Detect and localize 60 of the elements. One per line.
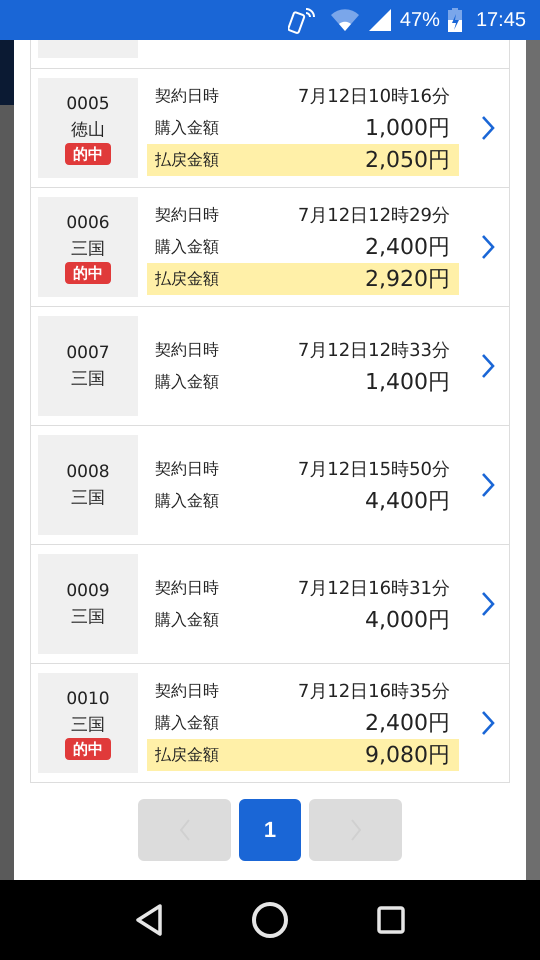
field-label: 払戻金額 [155, 744, 219, 766]
battery-icon [448, 8, 462, 32]
chevron-right-icon[interactable] [480, 234, 496, 260]
field-value: 1,400円 [365, 369, 450, 397]
field-label: 払戻金額 [155, 150, 219, 170]
battery-percent: 47% [400, 8, 440, 32]
field-value: 2,400円 [365, 234, 450, 262]
field-value: 4,400円 [365, 488, 450, 516]
field-label: 購入金額 [155, 712, 219, 734]
field-label: 購入金額 [155, 118, 219, 138]
field-label: 契約日時 [155, 204, 219, 226]
field-value: 9,080円 [365, 742, 450, 770]
ticket-number: 0006 [66, 212, 110, 235]
hit-badge: 的中 [65, 262, 111, 284]
recent-apps-icon[interactable] [376, 905, 406, 935]
back-icon[interactable] [134, 903, 164, 937]
chevron-right-icon[interactable] [480, 591, 496, 617]
chevron-right-icon[interactable] [480, 710, 496, 736]
field-label: 購入金額 [155, 236, 219, 258]
chevron-right-icon[interactable] [480, 353, 496, 379]
field-label: 契約日時 [155, 578, 219, 598]
field-value: 7月12日12時29分 [298, 204, 450, 227]
field-value: 7月12日10時16分 [298, 85, 450, 108]
field-label: 契約日時 [155, 458, 219, 480]
ticket-number: 0010 [66, 688, 110, 711]
field-label: 払戻金額 [155, 268, 219, 290]
venue-name: 三国 [71, 368, 105, 391]
field-label: 契約日時 [155, 340, 219, 360]
page-button[interactable]: 1 [239, 799, 301, 861]
chevron-right-icon[interactable] [480, 115, 496, 141]
ticket-number: 0008 [66, 461, 110, 484]
ticket-number: 0007 [66, 342, 110, 365]
field-value: 4,000円 [365, 607, 450, 635]
field-value: 2,920円 [365, 266, 450, 294]
venue-name: 三国 [71, 238, 105, 261]
field-label: 契約日時 [155, 680, 219, 702]
field-label: 購入金額 [155, 372, 219, 392]
field-value: 1,000円 [365, 115, 450, 143]
clock: 17:45 [476, 8, 526, 32]
field-label: 購入金額 [155, 490, 219, 512]
field-value: 2,400円 [365, 710, 450, 738]
field-value: 7月12日15時50分 [298, 458, 450, 481]
chevron-right-icon[interactable] [480, 472, 496, 498]
field-label: 購入金額 [155, 610, 219, 630]
field-value: 7月12日16時35分 [298, 680, 450, 703]
venue-name: 三国 [71, 487, 105, 510]
ticket-number: 0009 [66, 580, 110, 603]
field-label: 契約日時 [155, 86, 219, 106]
hit-badge: 的中 [65, 143, 111, 165]
ticket-number: 0005 [66, 93, 110, 116]
field-value: 7月12日16時31分 [298, 577, 450, 600]
field-value: 2,050円 [365, 147, 450, 175]
venue-name: 三国 [71, 714, 105, 737]
wifi-icon [330, 8, 360, 32]
venue-name: 徳山 [71, 119, 105, 142]
field-value: 7月12日12時33分 [298, 339, 450, 362]
cell-signal-icon [368, 8, 392, 32]
venue-name: 三国 [71, 606, 105, 629]
hit-badge: 的中 [65, 738, 111, 760]
home-icon[interactable] [250, 901, 289, 939]
